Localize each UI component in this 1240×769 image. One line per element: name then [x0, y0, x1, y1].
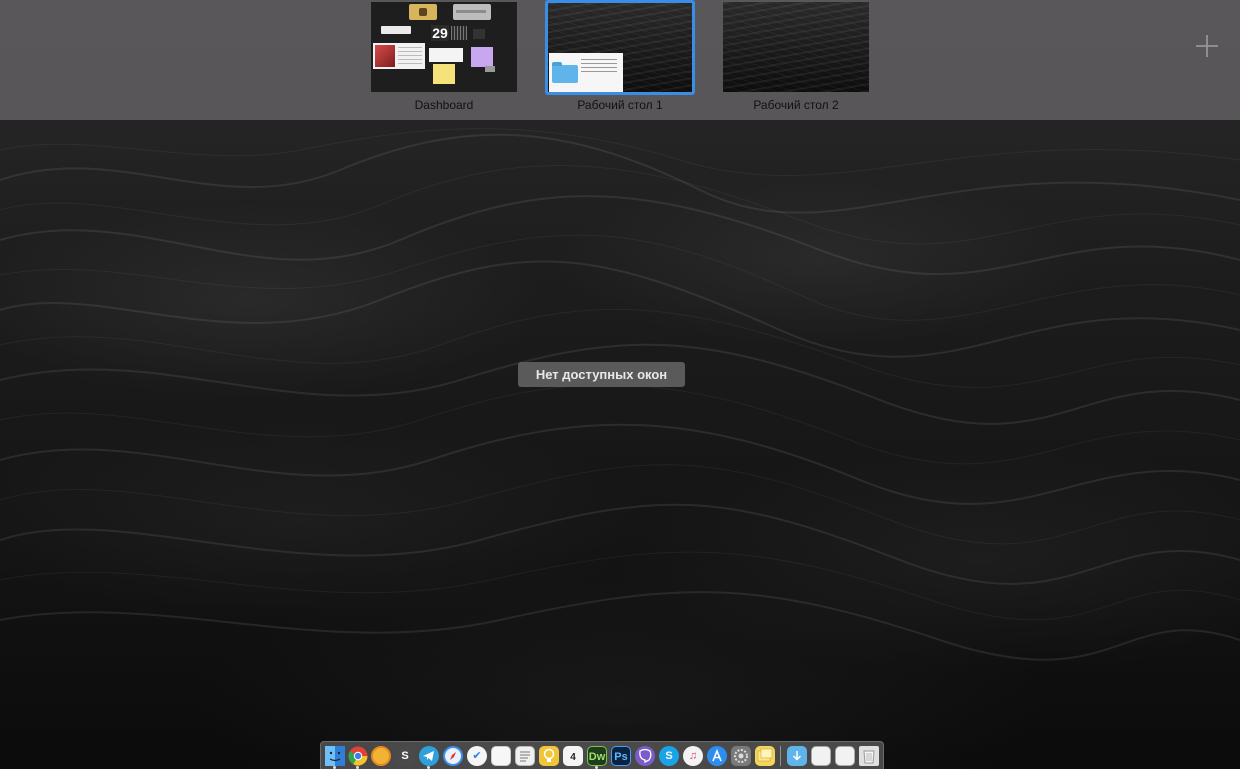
desktop-2-thumbnail[interactable]: [723, 2, 869, 92]
trash-can-glyph-icon: [863, 750, 875, 764]
trash-icon[interactable]: [859, 746, 879, 766]
a-glyph-icon: [712, 748, 722, 762]
world-clock-widget-icon: [381, 26, 411, 34]
clock-widget-icon: [473, 29, 485, 39]
space-desktop-2[interactable]: Рабочий стол 2: [716, 0, 876, 112]
color-picker-widget-icon: [373, 43, 425, 69]
calendar-widget-grid-icon: [451, 26, 467, 40]
weather-widget-icon: [409, 4, 437, 20]
window-text-lines: [581, 59, 617, 73]
bulb-glyph-icon: [543, 748, 555, 762]
checkmark-app-icon[interactable]: ✔: [467, 746, 487, 766]
viber-icon[interactable]: [635, 746, 655, 766]
folder-icon[interactable]: [787, 746, 807, 766]
gear-icon[interactable]: [731, 746, 751, 766]
calendar-widget-day: 29: [431, 25, 449, 41]
finder-icon[interactable]: [325, 746, 345, 766]
safari-icon[interactable]: [443, 746, 463, 766]
chrome-logo-icon: [348, 746, 368, 766]
dashboard-thumbnail[interactable]: 29: [371, 2, 517, 92]
stickies-icon[interactable]: [755, 746, 775, 766]
phone-bubble-icon: [639, 748, 652, 764]
compass-icon: [445, 748, 461, 764]
skype-icon[interactable]: S: [659, 746, 679, 766]
itunes-icon[interactable]: ♫: [683, 746, 703, 766]
lightbulb-icon[interactable]: [539, 746, 559, 766]
app-store-icon[interactable]: [707, 746, 727, 766]
finder-window-thumbnail: [549, 53, 623, 92]
purple-stickie-widget-icon: [471, 47, 493, 67]
cog-glyph-icon: [734, 749, 748, 763]
document-lines-icon: [520, 751, 530, 762]
downloads-arrow-icon: [792, 751, 802, 761]
dock: S ✔ 4 Dw Ps S ♫: [320, 741, 884, 769]
textedit-icon[interactable]: [515, 746, 535, 766]
chrome-icon[interactable]: [348, 746, 368, 766]
space-label: Dashboard: [414, 98, 474, 112]
notes-icon[interactable]: [491, 746, 511, 766]
stocks-widget-icon: [453, 4, 491, 20]
space-dashboard[interactable]: 29 Dashboard: [364, 0, 524, 112]
finder-face-icon: [325, 746, 345, 766]
add-space-plus-icon[interactable]: [1196, 35, 1218, 57]
dictionary-widget-icon: [429, 48, 463, 62]
thumbnail-wallpaper: [723, 2, 869, 92]
document-icon[interactable]: [811, 746, 831, 766]
space-label: Рабочий стол 2: [753, 98, 839, 112]
yellow-stickie-widget-icon: [433, 64, 455, 84]
no-windows-message: Нет доступных окон: [518, 362, 685, 387]
calendar-icon[interactable]: 4: [563, 746, 583, 766]
telegram-icon[interactable]: [419, 746, 439, 766]
s-app-icon[interactable]: S: [395, 746, 415, 766]
desktop-1-thumbnail[interactable]: [545, 0, 695, 95]
folder-icon: [552, 62, 578, 83]
dreamweaver-icon[interactable]: Dw: [587, 746, 607, 766]
space-desktop-1[interactable]: Рабочий стол 1: [540, 0, 700, 112]
photoshop-icon[interactable]: Ps: [611, 746, 631, 766]
chromium-icon[interactable]: [371, 746, 391, 766]
dock-separator: [780, 746, 781, 766]
paper-plane-icon: [423, 751, 434, 761]
document-icon[interactable]: [835, 746, 855, 766]
space-label: Рабочий стол 1: [577, 98, 663, 112]
small-widget-icon: [485, 66, 495, 72]
mission-control-spaces-bar: 29 Dashboard Рабочий стол 1 Рабочий стол…: [0, 0, 1240, 120]
sticky-note-glyph-icon: [757, 748, 773, 762]
